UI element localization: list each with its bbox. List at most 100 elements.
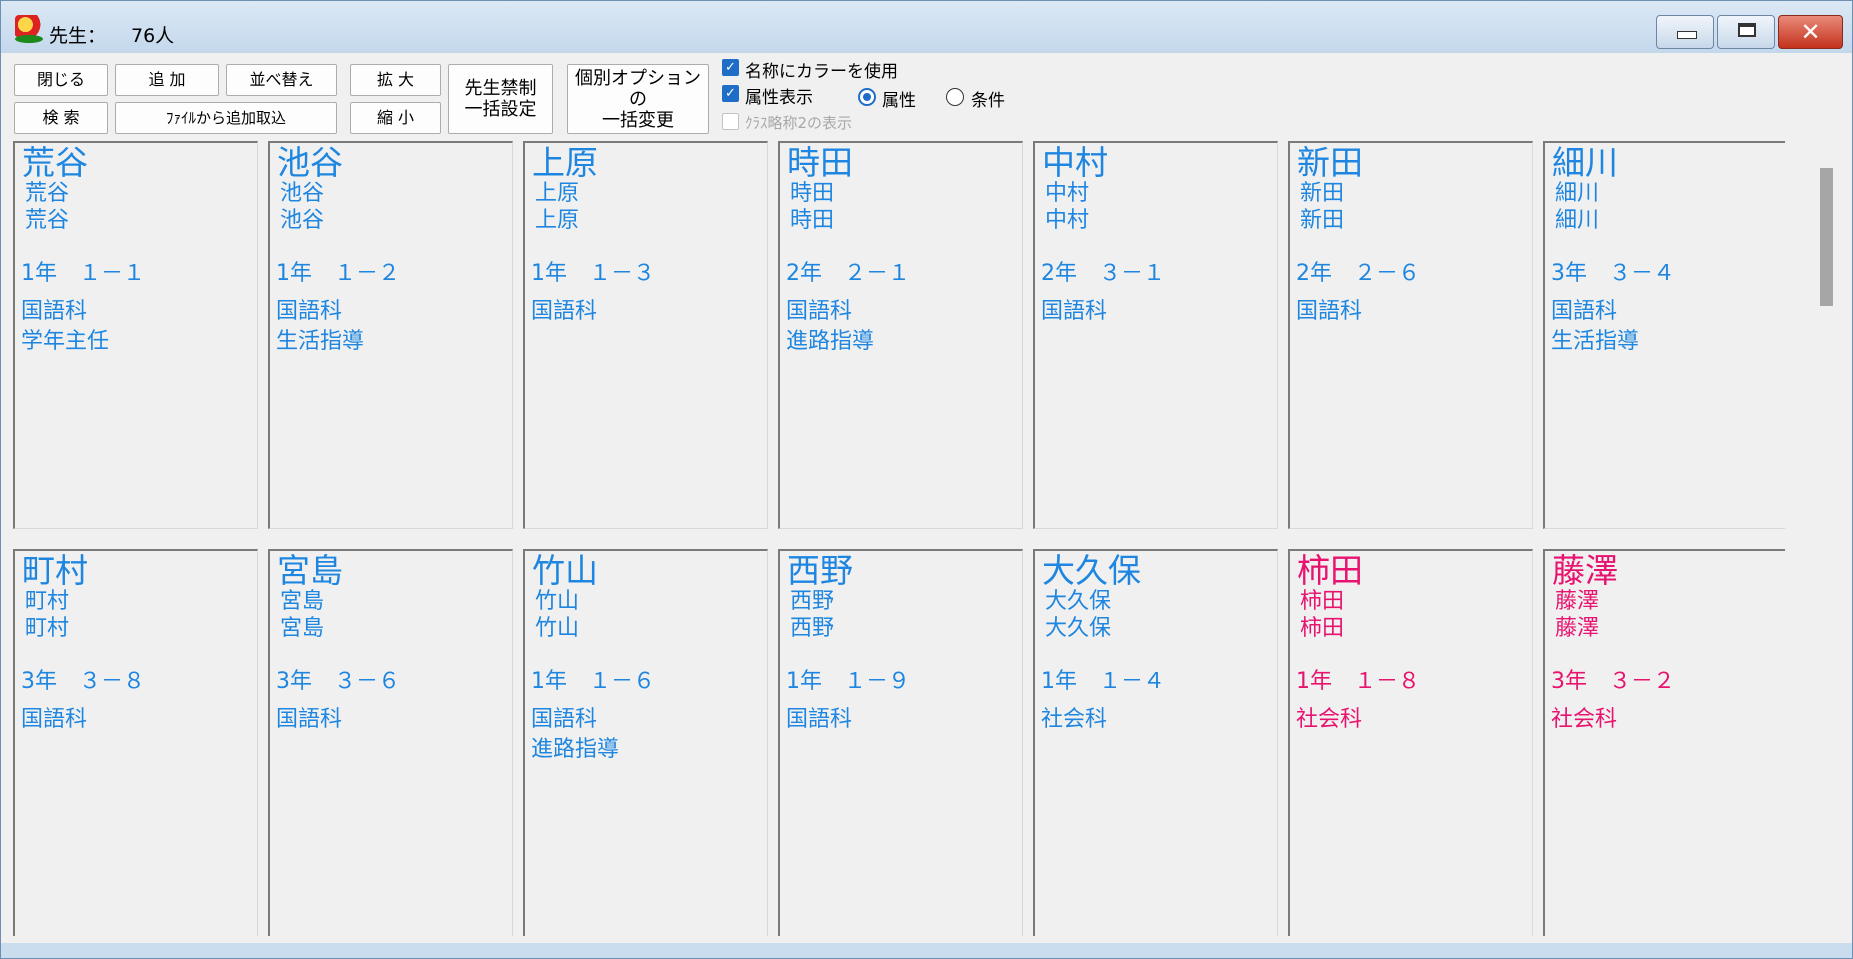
teacher-grade-class: 1年 １－２ xyxy=(276,261,400,286)
teacher-short-name: 池谷 xyxy=(280,181,325,206)
teacher-attribute-1: 国語科 xyxy=(531,299,598,324)
teacher-short-name: 新田 xyxy=(1300,181,1345,206)
teacher-short-name: 町村 xyxy=(25,589,70,614)
teacher-grade-class: 1年 １－８ xyxy=(1296,669,1420,694)
teacher-short-name-2: 大久保 xyxy=(1045,616,1112,641)
radio-condition[interactable] xyxy=(946,88,964,106)
teacher-name: 町村 xyxy=(22,551,88,590)
teacher-name: 柿田 xyxy=(1297,551,1363,590)
teacher-card[interactable]: 西野 西野 西野 1年 １－９ 国語科 xyxy=(778,549,1023,936)
class-abbr-checkbox[interactable] xyxy=(722,113,739,130)
search-button[interactable]: 検 索 xyxy=(14,102,108,134)
app-logo-icon xyxy=(15,15,43,43)
close-window-button[interactable]: ✕ xyxy=(1778,15,1843,49)
teacher-attribute-1: 国語科 xyxy=(276,299,343,324)
teacher-grade-class: 1年 １－３ xyxy=(531,261,655,286)
add-button[interactable]: 追 加 xyxy=(115,64,219,96)
teacher-card[interactable]: 宮島 宮島 宮島 3年 ３－６ 国語科 xyxy=(268,549,513,936)
teacher-card[interactable]: 細川 細川 細川 3年 ３－４ 国語科 生活指導 xyxy=(1543,141,1785,529)
teacher-card[interactable]: 荒谷 荒谷 荒谷 1年 １－１ 国語科 学年主任 xyxy=(13,141,258,529)
maximize-icon xyxy=(1738,23,1756,37)
teacher-name: 荒谷 xyxy=(22,143,88,182)
teacher-short-name: 藤澤 xyxy=(1555,589,1600,614)
teacher-card[interactable]: 時田 時田 時田 2年 ２－１ 国語科 進路指導 xyxy=(778,141,1023,529)
teacher-attribute-2: 生活指導 xyxy=(276,329,365,354)
teacher-attribute-1: 社会科 xyxy=(1041,707,1108,732)
teacher-attribute-2: 進路指導 xyxy=(786,329,875,354)
teacher-attribute-1: 国語科 xyxy=(786,299,853,324)
teacher-short-name-2: 町村 xyxy=(25,616,70,641)
teacher-attribute-2: 学年主任 xyxy=(21,329,110,354)
sort-button[interactable]: 並べ替え xyxy=(226,64,337,96)
title-bar: 先生： 76人 ✕ xyxy=(1,1,1852,53)
teacher-grade-class: 3年 ３－６ xyxy=(276,669,400,694)
zoom-in-button[interactable]: 拡 大 xyxy=(350,64,441,96)
teacher-ban-label-line2: 一括設定 xyxy=(464,99,537,120)
teacher-short-name: 宮島 xyxy=(280,589,325,614)
radio-condition-label: 条件 xyxy=(971,91,1005,111)
teacher-short-name-2: 中村 xyxy=(1045,208,1090,233)
teacher-attribute-1: 国語科 xyxy=(1296,299,1363,324)
teacher-card[interactable]: 竹山 竹山 竹山 1年 １－６ 国語科 進路指導 xyxy=(523,549,768,936)
zoom-out-button[interactable]: 縮 小 xyxy=(350,102,441,134)
scrollbar-thumb[interactable] xyxy=(1820,168,1833,306)
teacher-short-name-2: 柿田 xyxy=(1300,616,1345,641)
teacher-card[interactable]: 柿田 柿田 柿田 1年 １－８ 社会科 xyxy=(1288,549,1533,936)
teacher-short-name-2: 上原 xyxy=(535,208,580,233)
teacher-short-name-2: 池谷 xyxy=(280,208,325,233)
teacher-short-name-2: 時田 xyxy=(790,208,835,233)
teacher-card-grid: 荒谷 荒谷 荒谷 1年 １－１ 国語科 学年主任 池谷 池谷 池谷 1年 １－２ 国語科 生活指導 上原… xyxy=(13,141,1785,936)
teacher-attribute-1: 社会科 xyxy=(1551,707,1618,732)
teacher-attribute-1: 国語科 xyxy=(21,299,88,324)
teacher-card[interactable]: 町村 町村 町村 3年 ３－８ 国語科 xyxy=(13,549,258,936)
vertical-scrollbar[interactable] xyxy=(1815,141,1837,936)
teacher-card[interactable]: 池谷 池谷 池谷 1年 １－２ 国語科 生活指導 xyxy=(268,141,513,529)
teacher-name: 西野 xyxy=(787,551,853,590)
teacher-short-name: 上原 xyxy=(535,181,580,206)
use-color-checkbox[interactable]: ✓ xyxy=(722,59,739,76)
teacher-card[interactable]: 上原 上原 上原 1年 １－３ 国語科 xyxy=(523,141,768,529)
teacher-attribute-1: 国語科 xyxy=(1041,299,1108,324)
show-attr-checkbox[interactable]: ✓ xyxy=(722,85,739,102)
teacher-name: 藤澤 xyxy=(1552,551,1618,590)
individual-option-label-line2: 一括変更 xyxy=(602,109,674,131)
teacher-card[interactable]: 中村 中村 中村 2年 ３－１ 国語科 xyxy=(1033,141,1278,529)
teacher-grade-class: 2年 ２－１ xyxy=(786,261,910,286)
teacher-short-name-2: 竹山 xyxy=(535,616,580,641)
teacher-count: 76人 xyxy=(131,25,175,47)
teacher-attribute-1: 国語科 xyxy=(786,707,853,732)
teacher-short-name: 細川 xyxy=(1555,181,1600,206)
window-bottom-edge xyxy=(1,943,1852,958)
teacher-name: 新田 xyxy=(1297,143,1363,182)
minimize-button[interactable] xyxy=(1656,15,1714,49)
teacher-short-name-2: 西野 xyxy=(790,616,835,641)
close-icon: ✕ xyxy=(1800,18,1821,46)
teacher-short-name-2: 新田 xyxy=(1300,208,1345,233)
teacher-attribute-1: 国語科 xyxy=(276,707,343,732)
radio-attribute[interactable] xyxy=(858,88,876,106)
teacher-card[interactable]: 大久保 大久保 大久保 1年 １－４ 社会科 xyxy=(1033,549,1278,936)
teacher-short-name-2: 藤澤 xyxy=(1555,616,1600,641)
individual-option-bulk-button[interactable]: 個別オプションの 一括変更 xyxy=(567,64,709,134)
individual-option-label-line1: 個別オプションの xyxy=(575,67,701,110)
teacher-grade-class: 1年 １－４ xyxy=(1041,669,1165,694)
teacher-card[interactable]: 藤澤 藤澤 藤澤 3年 ３－２ 社会科 xyxy=(1543,549,1785,936)
teacher-name: 上原 xyxy=(532,143,598,182)
teacher-grade-class: 3年 ３－８ xyxy=(21,669,145,694)
teacher-short-name-2: 細川 xyxy=(1555,208,1600,233)
teacher-short-name-2: 荒谷 xyxy=(25,208,70,233)
teacher-name: 宮島 xyxy=(277,551,343,590)
maximize-button[interactable] xyxy=(1717,15,1775,49)
teacher-name: 時田 xyxy=(787,143,853,182)
show-attr-label: 属性表示 xyxy=(745,88,813,108)
teacher-short-name: 西野 xyxy=(790,589,835,614)
import-from-file-button[interactable]: ﾌｧｲﾙから追加取込 xyxy=(115,102,337,134)
teacher-attribute-1: 社会科 xyxy=(1296,707,1363,732)
teacher-name: 竹山 xyxy=(532,551,598,590)
close-button[interactable]: 閉じる xyxy=(14,64,108,96)
teacher-name: 中村 xyxy=(1042,143,1108,182)
teacher-ban-bulk-button[interactable]: 先生禁制 一括設定 xyxy=(448,64,553,134)
teacher-card[interactable]: 新田 新田 新田 2年 ２－６ 国語科 xyxy=(1288,141,1533,529)
teacher-attribute-2: 進路指導 xyxy=(531,737,620,762)
teacher-short-name-2: 宮島 xyxy=(280,616,325,641)
